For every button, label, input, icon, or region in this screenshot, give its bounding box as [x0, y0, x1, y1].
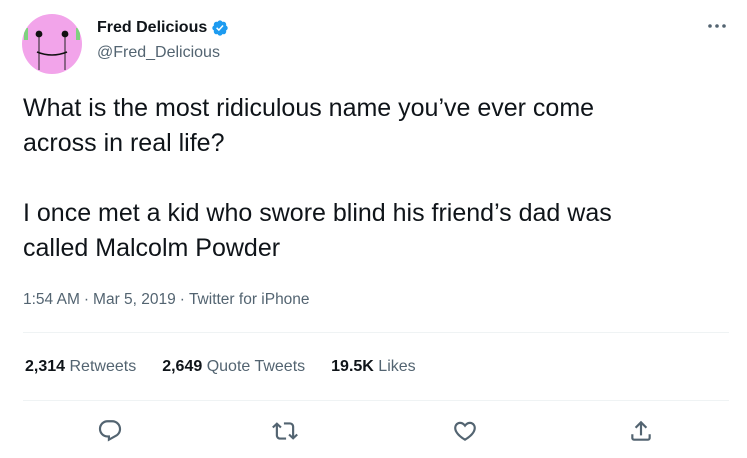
quote-tweets-stat[interactable]: 2,649 Quote Tweets [162, 357, 305, 377]
retweets-count: 2,314 [25, 358, 66, 375]
likes-stat[interactable]: 19.5K Likes [331, 357, 416, 377]
likes-label: Likes [378, 358, 416, 375]
verified-badge-icon [211, 19, 229, 37]
tweet-text: What is the most ridiculous name you’ve … [23, 91, 723, 266]
like-icon[interactable] [452, 418, 478, 444]
tweet-time[interactable]: 1:54 AM [23, 291, 80, 308]
divider [23, 332, 729, 333]
tweet-text-paragraph-2: I once met a kid who swore blind his fri… [23, 199, 612, 262]
tweet-source[interactable]: Twitter for iPhone [189, 291, 310, 308]
avatar-face-icon [22, 14, 82, 74]
quote-tweets-label: Quote Tweets [206, 358, 306, 375]
tweet-card: Fred Delicious @Fred_Delicious What is t… [0, 0, 747, 458]
quote-tweets-count: 2,649 [162, 358, 203, 375]
tweet-date[interactable]: Mar 5, 2019 [93, 291, 176, 308]
reply-icon[interactable] [97, 418, 123, 444]
avatar[interactable] [22, 14, 82, 74]
meta-separator: · [83, 291, 90, 308]
author-name-row[interactable]: Fred Delicious [97, 18, 229, 38]
retweet-icon[interactable] [272, 418, 298, 444]
tweet-meta: 1:54 AM · Mar 5, 2019 · Twitter for iPhone [23, 290, 310, 310]
more-options-icon[interactable] [706, 18, 728, 34]
author-handle[interactable]: @Fred_Delicious [97, 43, 220, 63]
divider [23, 400, 729, 401]
retweets-label: Retweets [69, 358, 137, 375]
tweet-text-paragraph-1: What is the most ridiculous name you’ve … [23, 94, 595, 157]
tweet-actions-bar [0, 418, 747, 446]
share-icon[interactable] [628, 418, 654, 444]
retweets-stat[interactable]: 2,314 Retweets [25, 357, 136, 377]
tweet-stats: 2,314 Retweets 2,649 Quote Tweets 19.5K … [25, 357, 416, 377]
author-display-name[interactable]: Fred Delicious [97, 18, 207, 38]
meta-separator: · [179, 291, 185, 308]
likes-count: 19.5K [331, 358, 374, 375]
